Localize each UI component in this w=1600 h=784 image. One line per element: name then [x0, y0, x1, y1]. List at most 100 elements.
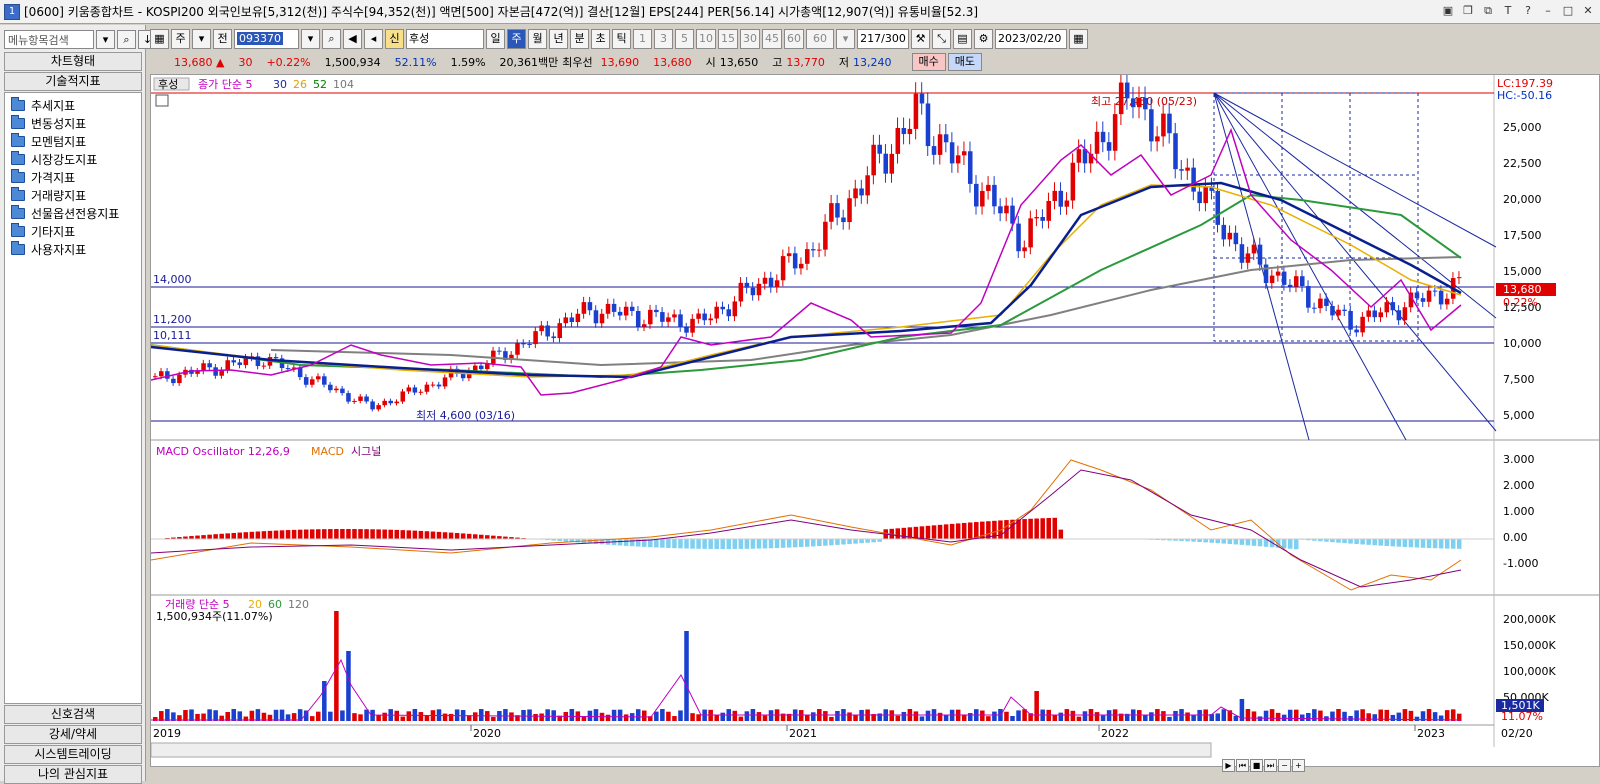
candle-body[interactable] — [1336, 310, 1341, 316]
candle-body[interactable] — [1246, 253, 1251, 262]
candle-body[interactable] — [1264, 265, 1269, 283]
arrow-icon[interactable]: ▾ — [192, 29, 211, 49]
candle-body[interactable] — [1372, 310, 1377, 317]
candle-body[interactable] — [1300, 276, 1305, 286]
candle-body[interactable] — [763, 278, 768, 284]
candle-body[interactable] — [745, 283, 750, 288]
candle-body[interactable] — [690, 319, 695, 333]
code-dropdown-icon[interactable]: ▾ — [301, 29, 320, 49]
candle-body[interactable] — [576, 314, 581, 322]
candle-body[interactable] — [153, 376, 158, 377]
candle-body[interactable] — [1378, 312, 1383, 317]
fan-lines[interactable] — [1214, 93, 1496, 440]
buy-button[interactable]: 매수 — [912, 53, 946, 71]
candle-body[interactable] — [684, 327, 689, 332]
strength-button[interactable]: 강세/약세 — [4, 725, 142, 744]
unit-select[interactable]: 60 — [806, 29, 834, 49]
candle-body[interactable] — [437, 385, 442, 387]
candle-body[interactable] — [974, 184, 979, 207]
candle-body[interactable] — [708, 318, 713, 320]
candle-body[interactable] — [322, 376, 327, 384]
candle-body[interactable] — [479, 366, 484, 369]
tab-week[interactable]: 주 — [507, 29, 526, 49]
candle-body[interactable] — [1125, 83, 1130, 99]
candle-body[interactable] — [376, 405, 381, 409]
candle-body[interactable] — [636, 311, 641, 327]
candle-body[interactable] — [805, 249, 810, 264]
candle-body[interactable] — [1040, 217, 1045, 221]
candle-body[interactable] — [938, 134, 943, 155]
candle-body[interactable] — [1312, 308, 1317, 309]
candle-body[interactable] — [1052, 191, 1057, 201]
candle-body[interactable] — [980, 191, 985, 207]
candle-body[interactable] — [425, 385, 430, 392]
candle-body[interactable] — [896, 128, 901, 154]
candle-body[interactable] — [564, 317, 569, 323]
candle-body[interactable] — [920, 94, 925, 104]
candle-body[interactable] — [1065, 201, 1070, 207]
candle-body[interactable] — [1215, 191, 1220, 225]
candle-body[interactable] — [751, 288, 756, 295]
interval-3[interactable]: 3 — [654, 29, 673, 49]
candle-body[interactable] — [171, 379, 176, 383]
candle-body[interactable] — [962, 151, 967, 155]
candle-body[interactable] — [877, 145, 882, 154]
candle-body[interactable] — [853, 188, 858, 198]
close-icon[interactable]: ✕ — [1580, 3, 1596, 19]
candle-body[interactable] — [1149, 109, 1154, 141]
candle-body[interactable] — [1107, 142, 1112, 151]
candle-body[interactable] — [316, 376, 321, 379]
candle-body[interactable] — [1022, 247, 1027, 251]
prev-icon[interactable]: ◂ — [364, 29, 383, 49]
candle-body[interactable] — [419, 392, 424, 393]
candle-body[interactable] — [1004, 206, 1009, 214]
tab-minute[interactable]: 분 — [570, 29, 589, 49]
candle-body[interactable] — [889, 154, 894, 174]
candle-body[interactable] — [304, 377, 309, 385]
candle-body[interactable] — [1197, 192, 1202, 203]
chart-area[interactable]: 후성 종가 단순 5 30 26 52 104 LC:197.39 HC:-50… — [150, 74, 1600, 767]
candle-body[interactable] — [757, 284, 762, 295]
candle-body[interactable] — [370, 401, 375, 409]
candle-body[interactable] — [286, 368, 291, 369]
candle-body[interactable] — [1354, 330, 1359, 333]
volume-bars[interactable] — [153, 611, 1462, 721]
interval-5[interactable]: 5 — [675, 29, 694, 49]
candle-body[interactable] — [1137, 98, 1142, 107]
restore-icon[interactable]: ❐ — [1460, 3, 1476, 19]
system-trading-button[interactable]: 시스템트레이딩 — [4, 745, 142, 764]
candle-body[interactable] — [382, 401, 387, 405]
candle-body[interactable] — [1433, 291, 1438, 292]
candle-body[interactable] — [1324, 299, 1329, 306]
candle-body[interactable] — [1143, 98, 1148, 109]
period-select[interactable]: 주 — [171, 29, 190, 49]
candle-body[interactable] — [1391, 302, 1396, 310]
candle-body[interactable] — [666, 317, 671, 321]
candle-body[interactable] — [364, 396, 369, 401]
candle-body[interactable] — [582, 302, 587, 314]
candle-body[interactable] — [1421, 298, 1426, 302]
candle-body[interactable] — [262, 366, 267, 367]
candle-body[interactable] — [642, 324, 647, 326]
candle-body[interactable] — [1318, 299, 1323, 309]
candle-body[interactable] — [1403, 307, 1408, 320]
stock-name[interactable]: 후성 — [406, 29, 484, 49]
candle-body[interactable] — [231, 360, 236, 362]
candle-body[interactable] — [1348, 311, 1353, 330]
candle-body[interactable] — [1288, 285, 1293, 287]
candle-body[interactable] — [612, 304, 617, 312]
candle-body[interactable] — [727, 309, 732, 316]
date-input[interactable]: 2023/02/20 — [995, 29, 1067, 49]
save-icon[interactable]: ▤ — [953, 29, 972, 49]
candle-body[interactable] — [461, 374, 466, 378]
candle-body[interactable] — [1252, 245, 1257, 254]
candle-body[interactable] — [660, 312, 665, 322]
candle-body[interactable] — [310, 379, 315, 384]
candle-body[interactable] — [1330, 306, 1335, 315]
candle-body[interactable] — [570, 317, 575, 322]
candle-body[interactable] — [600, 314, 605, 323]
font-icon[interactable]: T — [1500, 3, 1516, 19]
sell-button[interactable]: 매도 — [948, 53, 982, 71]
candle-body[interactable] — [714, 307, 719, 319]
credit-icon[interactable]: 신 — [385, 29, 404, 49]
